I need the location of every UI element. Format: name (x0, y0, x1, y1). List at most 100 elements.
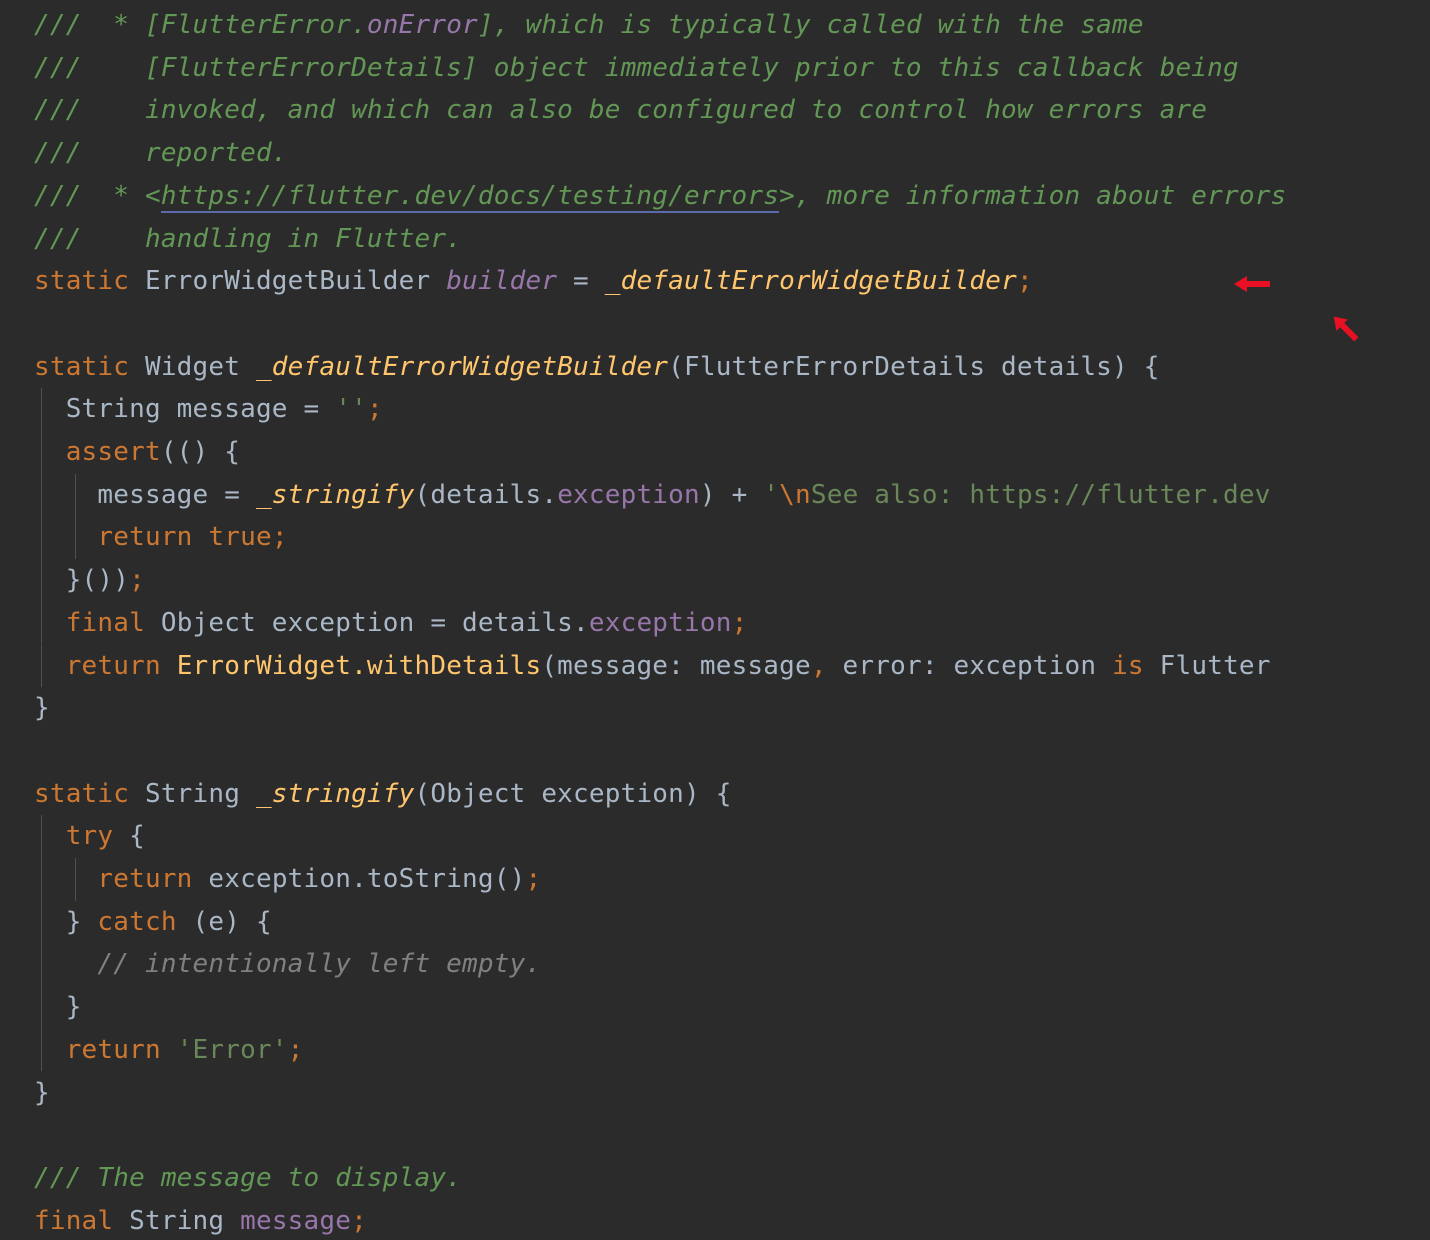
code-token-kw: static (34, 266, 130, 297)
code-token-doc: /// The message to display. (34, 1162, 463, 1193)
code-token-esc: \n (779, 479, 811, 510)
code-token-fn: _stringify (255, 479, 415, 510)
indent-guide (75, 473, 76, 517)
code-token-plain: } (34, 1077, 50, 1108)
code-line[interactable] (0, 303, 1430, 346)
code-line[interactable]: /// invoked, and which can also be confi… (0, 89, 1430, 132)
code-token-doclink: https://flutter.dev/docs/testing/errors (160, 180, 780, 213)
code-token-plain: (Object exception) { (414, 778, 732, 809)
code-token-str: '' (335, 394, 367, 425)
code-token-kw: static (34, 351, 130, 382)
code-token-doc: /// invoked, and which can also be confi… (34, 95, 1208, 126)
code-token-punctk: ; (351, 1205, 367, 1236)
code-token-doc: >, more information about errors (779, 180, 1287, 211)
code-token-plain: String message = (34, 394, 336, 425)
code-token-fn: _defaultErrorWidgetBuilder (255, 351, 669, 382)
code-editor-pane[interactable]: /// * [FlutterError.onError], which is t… (0, 0, 1430, 1240)
code-token-punctk: ; (271, 522, 288, 553)
code-token-kw: return (34, 650, 161, 681)
arrow-down-left-pointer-icon (1328, 311, 1362, 345)
code-line[interactable]: return true; (0, 516, 1430, 559)
code-line[interactable]: /// handling in Flutter. (0, 218, 1430, 261)
code-token-fn: _stringify (255, 778, 415, 809)
code-token-fielditl: builder (446, 266, 558, 297)
indent-guide (41, 559, 42, 602)
code-token-kw: static (34, 778, 130, 809)
code-line[interactable]: final String message; (0, 1200, 1430, 1240)
code-line[interactable]: /// * <https://flutter.dev/docs/testing/… (0, 175, 1430, 218)
indent-guide (41, 1028, 42, 1072)
code-line[interactable]: return ErrorWidget.withDetails(message: … (0, 645, 1430, 688)
code-token-plain: }()) (34, 565, 130, 596)
code-token-plain: (message: message (541, 650, 811, 681)
code-line[interactable]: /// * [FlutterError.onError], which is t… (0, 4, 1430, 47)
code-token-punctk: ; (731, 607, 748, 638)
code-line[interactable]: }()); (0, 559, 1430, 602)
code-line[interactable]: String message = ''; (0, 388, 1430, 431)
indent-guide (41, 815, 42, 858)
code-token-doc: /// reported. (34, 138, 288, 169)
code-line[interactable]: /// The message to display. (0, 1157, 1430, 1200)
code-token-kw: return (34, 1034, 161, 1065)
code-token-field: exception (588, 607, 732, 638)
code-token-plain: String (113, 1205, 241, 1236)
indent-guide (41, 388, 42, 431)
indent-guide (41, 516, 42, 560)
code-token-plain: exception.toString() (192, 864, 526, 894)
code-line[interactable]: /// [FlutterErrorDetails] object immedia… (0, 47, 1430, 90)
code-line[interactable]: } (0, 986, 1430, 1029)
code-line[interactable]: } catch (e) { (0, 901, 1430, 944)
code-line[interactable]: message = _stringify(details.exception) … (0, 474, 1430, 517)
code-line[interactable]: } (0, 1072, 1430, 1115)
code-line[interactable] (0, 1114, 1430, 1157)
source-code-view[interactable]: /// * [FlutterError.onError], which is t… (0, 0, 1430, 1240)
code-token-doc: ], which is typically called with the sa… (477, 10, 1144, 40)
code-token-str: See also: https://flutter.dev (810, 479, 1271, 510)
code-token-punctk: ; (525, 864, 542, 894)
code-token-plain: (() { (160, 437, 241, 467)
code-line[interactable]: try { (0, 815, 1430, 858)
code-token-punctk: ; (1016, 266, 1033, 297)
code-token-plain: (e) { (176, 906, 272, 937)
indent-guide (41, 858, 42, 901)
code-token-plain: Object exception = details. (144, 607, 589, 638)
code-token-docref: onError (366, 10, 478, 40)
code-token-plain: = (557, 266, 605, 297)
code-line[interactable]: // intentionally left empty. (0, 943, 1430, 986)
code-token-plain: message = (34, 479, 256, 510)
code-token-kw: final (34, 1205, 114, 1236)
code-line[interactable]: /// reported. (0, 132, 1430, 175)
code-token-doc: /// * < (34, 180, 161, 211)
code-line[interactable]: } (0, 687, 1430, 730)
code-line[interactable]: static Widget _defaultErrorWidgetBuilder… (0, 346, 1430, 389)
code-token-punctk: , (810, 650, 827, 681)
indent-guide (41, 601, 42, 645)
code-token-str: ' (763, 479, 780, 510)
code-line[interactable]: return 'Error'; (0, 1029, 1430, 1072)
code-token-plain: (FlutterErrorDetails details) { (668, 351, 1160, 382)
code-line[interactable]: static String _stringify(Object exceptio… (0, 773, 1430, 816)
indent-guide (41, 473, 42, 517)
code-line[interactable]: return exception.toString(); (0, 858, 1430, 901)
code-token-kw: return true (34, 522, 272, 553)
indent-guide (41, 431, 42, 474)
code-line[interactable]: static ErrorWidgetBuilder builder = _def… (0, 260, 1430, 303)
code-token-punctk: ; (287, 1034, 304, 1065)
code-token-plain: Flutter (1143, 650, 1271, 681)
indent-guide (41, 943, 42, 987)
code-token-plain: (details. (414, 479, 558, 510)
code-line[interactable]: assert(() { (0, 431, 1430, 474)
code-line[interactable]: final Object exception = details.excepti… (0, 602, 1430, 645)
code-token-doc: /// * [FlutterError. (34, 10, 367, 40)
code-token-plain: } (34, 693, 50, 724)
code-token-plain: { (113, 821, 145, 852)
code-token-str: 'Error' (176, 1034, 288, 1065)
code-token-plain: ) + (699, 479, 764, 510)
code-token-punctk: ; (129, 565, 145, 596)
code-line[interactable] (0, 730, 1430, 773)
code-token-plain: String (129, 778, 256, 809)
indent-guide (75, 516, 76, 560)
code-token-plain: error: exception (826, 650, 1113, 681)
indent-guide (41, 986, 42, 1029)
